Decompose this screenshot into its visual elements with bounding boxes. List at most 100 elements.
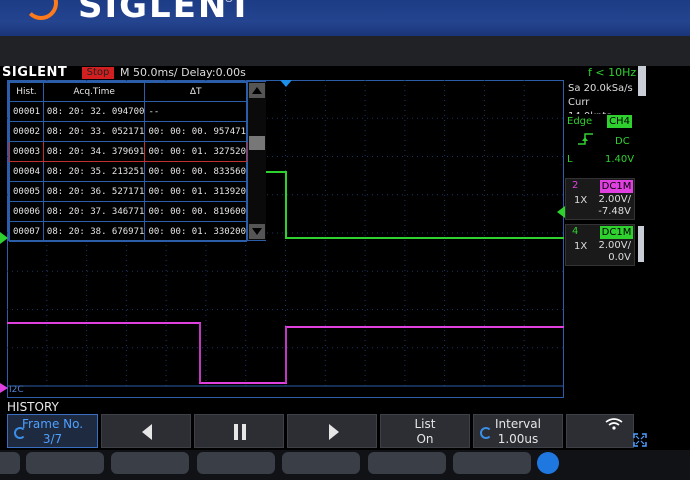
history-list[interactable]: Hist. Acq.Time ΔT 00001 08: 20: 32. 0947… <box>8 81 266 242</box>
triangle-up-icon <box>252 87 262 94</box>
trigger-level: 1.40V <box>605 154 635 165</box>
softkey-bar: Frame No. 3/7 List On Interval 1.00us <box>0 414 690 450</box>
history-table: Hist. Acq.Time ΔT 00001 08: 20: 32. 0947… <box>9 82 247 242</box>
scroll-thumb[interactable] <box>249 136 265 150</box>
table-row[interactable]: 00006 08: 20: 37. 346771 00: 00: 00. 819… <box>9 201 247 222</box>
ch4-trace <box>265 171 564 239</box>
acq-cell: 08: 20: 36. 527171 <box>42 181 146 202</box>
taskbar-button[interactable] <box>453 452 531 474</box>
channel-4-panel[interactable]: 4 DC1M 1X 2.00V/ 0.0V <box>565 224 635 266</box>
triangle-down-icon <box>252 228 262 235</box>
acq-cell: 08: 20: 33. 052171 <box>42 121 146 142</box>
trigger-level-marker[interactable] <box>557 206 565 218</box>
wifi-icon <box>605 418 623 430</box>
history-header: Hist. Acq.Time ΔT <box>9 82 247 102</box>
channel-2-panel[interactable]: 2 DC1M 1X 2.00V/ -7.48V <box>565 178 635 220</box>
acquisition-info[interactable]: Sa 20.0kSa/s Curr 14.0kpts <box>565 80 635 122</box>
brand-banner: SIGLENT ® <box>0 0 690 36</box>
taskbar-button[interactable] <box>197 452 275 474</box>
run-stop-indicator[interactable]: Stop <box>82 67 114 79</box>
acq-cell: 08: 20: 37. 346771 <box>42 201 146 222</box>
table-row[interactable]: 00005 08: 20: 36. 527171 00: 00: 01. 313… <box>9 181 247 202</box>
dt-cell: 00: 00: 01. 313920 <box>144 181 247 202</box>
dt-cell: 00: 00: 00. 833560 <box>144 161 247 182</box>
ch4-offset: 0.0V <box>608 252 631 263</box>
hist-cell: 00005 <box>9 181 44 202</box>
interval-label: Interval <box>495 417 541 431</box>
trigger-level-label: L <box>567 154 573 165</box>
dt-cell: 00: 00: 01. 327520 <box>144 141 247 162</box>
channel-panel-tab[interactable] <box>638 226 644 262</box>
ch4-number: 4 <box>572 226 579 237</box>
table-row-selected[interactable]: 00003 08: 20: 34. 379691 00: 00: 01. 327… <box>9 141 247 162</box>
hist-cell: 00004 <box>9 161 44 182</box>
scope-status-bar: SIGLENT Stop M 50.0ms/ Delay:0.00s f < 1… <box>0 65 690 80</box>
ch4-ground-marker[interactable] <box>0 232 8 244</box>
hist-cell: 00002 <box>9 121 44 142</box>
hist-cell: 00001 <box>9 101 44 122</box>
ch4-scale: 2.00V/ <box>598 240 631 251</box>
dt-cell: 00: 00: 01. 330200 <box>144 221 247 242</box>
list-toggle-button[interactable]: List On <box>380 414 470 448</box>
interval-button[interactable]: Interval 1.00us <box>473 414 563 448</box>
scroll-down-button[interactable] <box>249 224 265 239</box>
home-dot-button[interactable] <box>537 452 559 474</box>
ch2-number: 2 <box>572 180 579 191</box>
trigger-position-marker[interactable] <box>278 80 294 88</box>
acq-cell: 08: 20: 35. 213251 <box>42 161 146 182</box>
frame-number-button[interactable]: Frame No. 3/7 <box>7 414 98 448</box>
bottom-taskbar <box>0 450 690 480</box>
toolbar-band <box>0 36 690 66</box>
hist-cell: 00006 <box>9 201 44 222</box>
trigger-source: CH4 <box>607 115 632 128</box>
i2c-label: I2C <box>9 385 24 395</box>
timebase-readout[interactable]: M 50.0ms/ Delay:0.00s <box>120 66 246 79</box>
ch2-offset: -7.48V <box>598 206 631 217</box>
ch4-probe: 1X <box>574 241 588 252</box>
dt-cell: 00: 00: 00. 819600 <box>144 201 247 222</box>
menu-title: HISTORY <box>7 400 59 414</box>
triangle-right-icon <box>329 424 339 440</box>
ch2-probe: 1X <box>574 195 588 206</box>
frequency-counter: f < 10Hz <box>588 66 637 79</box>
acq-cell: 08: 20: 38. 676971 <box>42 221 146 242</box>
scope-brand: SIGLENT <box>2 65 68 80</box>
frame-label: Frame No. <box>21 417 84 431</box>
trigger-panel[interactable]: Edge CH4 DC L 1.40V <box>565 114 635 170</box>
dt-cell: -- <box>144 101 247 122</box>
next-frame-button[interactable] <box>287 414 377 448</box>
taskbar-button[interactable] <box>368 452 446 474</box>
taskbar-button[interactable] <box>0 452 20 474</box>
table-row[interactable]: 00007 08: 20: 38. 676971 00: 00: 01. 330… <box>9 221 247 242</box>
wifi-button[interactable] <box>566 414 634 448</box>
table-row[interactable]: 00004 08: 20: 35. 213251 00: 00: 00. 833… <box>9 161 247 182</box>
taskbar-button[interactable] <box>111 452 189 474</box>
col-delta-t: ΔT <box>144 82 247 102</box>
hist-cell: 00007 <box>9 221 44 242</box>
ch2-ground-marker[interactable] <box>0 383 8 393</box>
list-label: List <box>414 417 436 431</box>
hist-cell: 00003 <box>9 141 44 162</box>
list-value: On <box>416 432 434 446</box>
play-pause-button[interactable] <box>194 414 284 448</box>
ch2-coupling: DC1M <box>600 180 633 193</box>
scroll-up-button[interactable] <box>249 83 265 98</box>
right-panel-tab[interactable] <box>638 66 646 96</box>
previous-frame-button[interactable] <box>101 414 191 448</box>
dt-cell: 00: 00: 00. 957471 <box>144 121 247 142</box>
col-hist: Hist. <box>9 82 44 102</box>
taskbar-button[interactable] <box>282 452 360 474</box>
table-row[interactable]: 00002 08: 20: 33. 052171 00: 00: 00. 957… <box>9 121 247 142</box>
siglent-logo-icon <box>24 0 58 20</box>
acq-cell: 08: 20: 32. 094700 <box>42 101 146 122</box>
acq-cell: 08: 20: 34. 379691 <box>42 141 146 162</box>
history-scrollbar[interactable] <box>247 82 266 240</box>
fullscreen-icon[interactable] <box>633 433 647 447</box>
pause-icon <box>234 424 246 440</box>
ch2-scale: 2.00V/ <box>598 194 631 205</box>
table-row[interactable]: 00001 08: 20: 32. 094700 -- <box>9 101 247 122</box>
frame-value: 3/7 <box>42 432 63 446</box>
trigger-type: Edge <box>567 116 593 127</box>
col-acq-time: Acq.Time <box>42 82 146 102</box>
taskbar-button[interactable] <box>26 452 104 474</box>
